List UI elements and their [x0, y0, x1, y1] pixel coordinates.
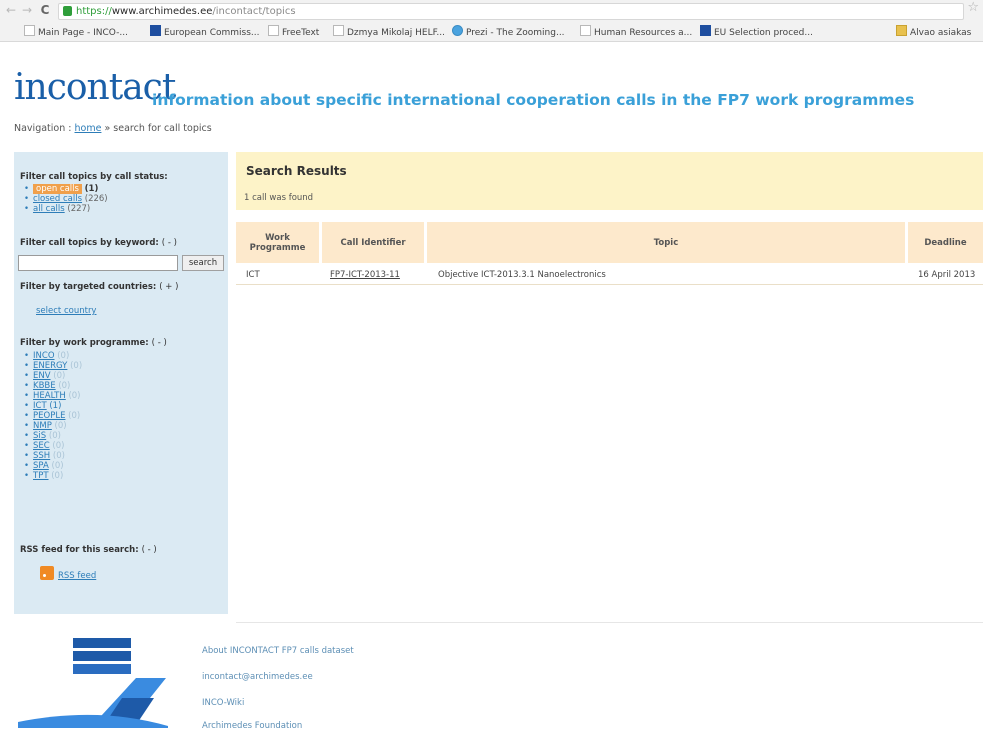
row-deadline: 16 April 2013: [918, 270, 976, 280]
row-call-identifier-link[interactable]: FP7-ICT-2013-11: [330, 270, 400, 280]
programme-item[interactable]: SiS (0): [24, 431, 82, 441]
programme-item[interactable]: ENV (0): [24, 371, 82, 381]
breadcrumb: Navigation : home » search for call topi…: [14, 123, 212, 134]
eu-flag-icon: [700, 25, 711, 36]
lock-icon: [63, 6, 72, 16]
column-header-deadline: Deadline: [908, 222, 983, 263]
search-button[interactable]: search: [182, 255, 224, 271]
bookmark-item[interactable]: Alvao asiakas: [896, 25, 971, 39]
breadcrumb-label: Navigation :: [14, 123, 72, 134]
programme-filter-list: INCO (0) ENERGY (0) ENV (0) KBBE (0) HEA…: [24, 351, 82, 481]
bookmark-star-icon[interactable]: ☆: [967, 0, 979, 15]
globe-icon: [452, 25, 463, 36]
page-icon: [333, 25, 344, 36]
rss-toggle[interactable]: ( - ): [142, 545, 157, 555]
status-filter-list: open calls (1) closed calls (226) all ca…: [24, 184, 108, 214]
forward-icon[interactable]: →: [20, 3, 34, 17]
column-header-programme: Work Programme: [236, 222, 319, 263]
footer-wiki-link[interactable]: INCO-Wiki: [202, 698, 244, 708]
row-topic: Objective ICT-2013.3.1 Nanoelectronics: [438, 270, 606, 280]
url-scheme: https://: [76, 6, 112, 17]
bookmark-item[interactable]: European Commiss...: [150, 25, 260, 39]
status-item-closed[interactable]: closed calls (226): [24, 194, 108, 204]
bookmark-item[interactable]: FreeText: [268, 25, 319, 39]
status-item-open[interactable]: open calls (1): [24, 184, 108, 194]
programme-item[interactable]: PEOPLE (0): [24, 411, 82, 421]
results-summary: 1 call was found: [244, 193, 314, 203]
eu-flag-icon: [150, 25, 161, 36]
footer-email-link[interactable]: incontact@archimedes.ee: [202, 672, 313, 682]
rss-heading: RSS feed for this search: ( - ): [20, 545, 157, 555]
programme-filter-heading: Filter by work programme: ( - ): [20, 338, 167, 348]
page-icon: [24, 25, 35, 36]
bookmark-item[interactable]: Main Page - INCO-...: [24, 25, 128, 39]
page-icon: [580, 25, 591, 36]
address-bar[interactable]: https://www.archimedes.ee/incontact/topi…: [58, 3, 964, 20]
back-icon[interactable]: ←: [4, 3, 18, 17]
page-icon: [268, 25, 279, 36]
results-title: Search Results: [246, 164, 347, 178]
select-country-link[interactable]: select country: [36, 306, 96, 316]
programme-item[interactable]: NMP (0): [24, 421, 82, 431]
footer-about-link[interactable]: About INCONTACT FP7 calls dataset: [202, 646, 354, 656]
bookmark-item[interactable]: Prezi - The Zooming...: [452, 25, 565, 39]
row-divider: [236, 284, 983, 285]
browser-toolbar: ← → C https://www.archimedes.ee/incontac…: [0, 0, 983, 22]
programme-item[interactable]: SPA (0): [24, 461, 82, 471]
programme-item[interactable]: INCO (0): [24, 351, 82, 361]
programme-item[interactable]: KBBE (0): [24, 381, 82, 391]
programme-item[interactable]: TPT (0): [24, 471, 82, 481]
programme-item[interactable]: SSH (0): [24, 451, 82, 461]
column-header-topic: Topic: [427, 222, 905, 263]
bookmark-item[interactable]: EU Selection proced...: [700, 25, 813, 39]
column-header-call-identifier: Call Identifier: [322, 222, 424, 263]
reload-icon[interactable]: C: [38, 3, 52, 17]
rss-feed-link[interactable]: RSS feed: [58, 571, 96, 581]
keyword-input[interactable]: [18, 255, 178, 271]
folder-icon: [896, 25, 907, 36]
search-results-box: Search Results 1 call was found: [236, 152, 983, 210]
countries-filter-heading: Filter by targeted countries: ( + ): [20, 282, 179, 292]
keyword-filter-heading: Filter call topics by keyword: ( - ): [20, 238, 177, 248]
url-host: www.archimedes.ee: [111, 6, 213, 17]
fp7-logo-icon: [18, 638, 168, 728]
programme-toggle[interactable]: ( - ): [152, 338, 167, 348]
url-path: /incontact/topics: [212, 6, 296, 17]
programme-item[interactable]: ICT (1): [24, 401, 82, 411]
rss-icon[interactable]: [40, 566, 54, 580]
status-filter-heading: Filter call topics by call status:: [20, 172, 168, 182]
countries-toggle[interactable]: ( + ): [159, 282, 178, 292]
bookmark-item[interactable]: Dzmya Mikolaj HELF...: [333, 25, 445, 39]
footer-foundation-link[interactable]: Archimedes Foundation: [202, 721, 302, 731]
breadcrumb-current: » search for call topics: [104, 123, 212, 134]
bookmarks-bar: Main Page - INCO-... European Commiss...…: [0, 22, 983, 42]
filter-sidebar: Filter call topics by call status: open …: [14, 152, 228, 614]
keyword-toggle[interactable]: ( - ): [162, 238, 177, 248]
breadcrumb-home-link[interactable]: home: [75, 123, 102, 134]
programme-item[interactable]: SEC (0): [24, 441, 82, 451]
footer-divider: [236, 622, 983, 623]
site-tagline: information about specific international…: [152, 91, 915, 109]
programme-item[interactable]: HEALTH (0): [24, 391, 82, 401]
row-programme: ICT: [246, 270, 260, 280]
programme-item[interactable]: ENERGY (0): [24, 361, 82, 371]
bookmark-item[interactable]: Human Resources a...: [580, 25, 692, 39]
status-item-all[interactable]: all calls (227): [24, 204, 108, 214]
